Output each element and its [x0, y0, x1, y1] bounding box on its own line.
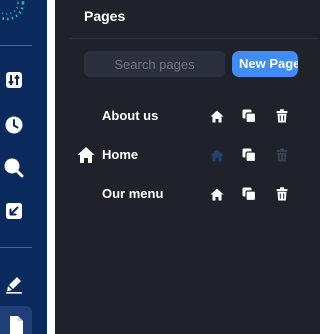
- panel-divider-strip: [47, 0, 55, 334]
- duplicate-icon[interactable]: [241, 186, 257, 202]
- home-icon[interactable]: [209, 108, 225, 124]
- page-icon[interactable]: [2, 311, 30, 334]
- logo-icon: [0, 0, 28, 24]
- page-label: About us: [102, 108, 159, 123]
- page-row-our-menu[interactable]: Our menu: [55, 182, 319, 206]
- clock-icon[interactable]: [0, 111, 28, 139]
- page-row-home[interactable]: Home: [55, 143, 319, 167]
- left-rail: [0, 0, 47, 334]
- page-row-about-us[interactable]: About us: [55, 104, 319, 128]
- duplicate-icon[interactable]: [241, 108, 257, 124]
- brush-icon[interactable]: [0, 270, 28, 298]
- pages-panel: Pages New Page About us Home Our: [55, 0, 319, 334]
- trash-icon: [274, 147, 290, 163]
- home-icon[interactable]: [209, 186, 225, 202]
- trash-icon[interactable]: [274, 108, 290, 124]
- page-label: Our menu: [102, 186, 164, 201]
- search-input[interactable]: [84, 51, 225, 77]
- home-icon: [209, 147, 225, 163]
- page-label: Home: [102, 147, 139, 162]
- rail-divider: [0, 247, 32, 248]
- rail-divider: [0, 45, 32, 46]
- resize-icon[interactable]: [0, 197, 28, 225]
- duplicate-icon[interactable]: [241, 147, 257, 163]
- sliders-icon[interactable]: [0, 66, 28, 94]
- panel-title: Pages: [84, 8, 126, 24]
- trash-icon[interactable]: [274, 186, 290, 202]
- current-home-icon: [77, 146, 95, 164]
- search-icon[interactable]: [0, 154, 28, 182]
- new-page-button[interactable]: New Page: [232, 51, 298, 77]
- header-divider: [69, 38, 319, 39]
